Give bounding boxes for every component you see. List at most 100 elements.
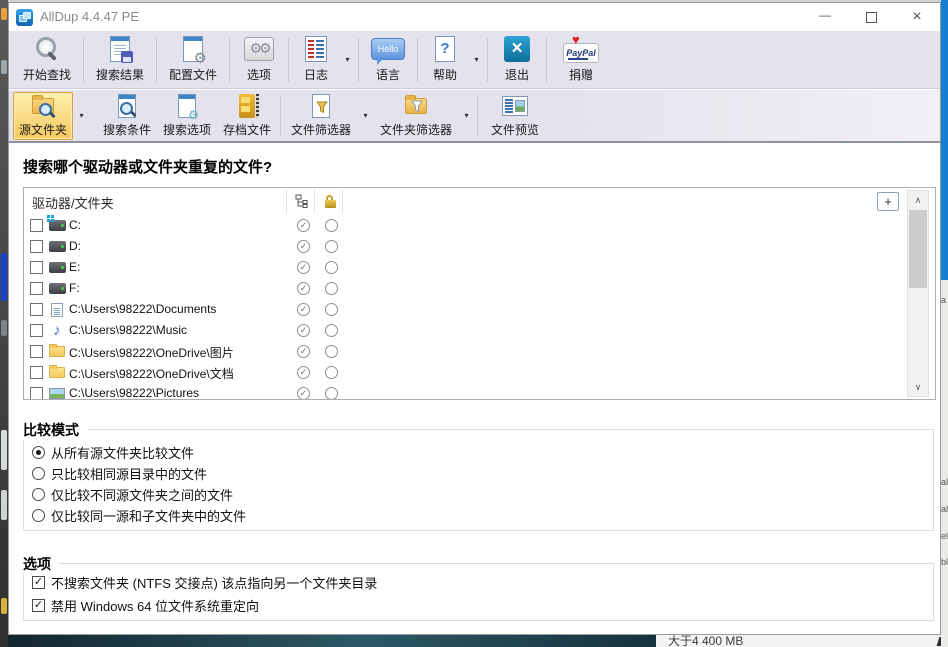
row-checkbox[interactable] bbox=[30, 303, 43, 316]
lock-toggle-icon[interactable] bbox=[325, 345, 338, 358]
search-criteria-tab[interactable]: 搜索条件 bbox=[98, 93, 156, 139]
folder-row[interactable]: C:\Users\98222\Documents ✓ bbox=[24, 299, 935, 320]
lock-toggle-icon[interactable] bbox=[325, 387, 338, 400]
row-checkbox[interactable] bbox=[30, 324, 43, 337]
sub-toolbar: 源文件夹 ▾ 搜索条件 ⚙ 搜索选项 存档文件 文件筛选器 ▾ bbox=[9, 90, 940, 141]
profiles-button[interactable]: ⚙ 配置文件 bbox=[161, 34, 225, 86]
maximize-button[interactable] bbox=[848, 3, 894, 31]
button-label: 语言 bbox=[376, 66, 400, 83]
help-button[interactable]: ? 帮助 bbox=[422, 34, 468, 86]
checkbox-option[interactable]: ✓ 禁用 Windows 64 位文件系统重定向 bbox=[32, 595, 259, 615]
recurse-toggle-icon[interactable]: ✓ bbox=[297, 219, 310, 232]
folder-row[interactable]: C: ✓ bbox=[24, 215, 935, 236]
row-checkbox[interactable] bbox=[30, 240, 43, 253]
main-toolbar: 开始查找 搜索结果 ⚙ 配置文件 ⚙⚙ 选项 日志 ▾ Hello 语言 ? bbox=[9, 31, 940, 89]
button-label: 搜索结果 bbox=[96, 66, 144, 83]
file-preview-icon bbox=[502, 93, 528, 119]
scroll-up-arrow[interactable]: ∧ bbox=[908, 191, 928, 209]
lock-toggle-icon[interactable] bbox=[325, 324, 338, 337]
options-button[interactable]: ⚙⚙ 选项 bbox=[234, 34, 284, 86]
add-folder-button[interactable]: + bbox=[877, 192, 899, 211]
radio-option[interactable]: 从所有源文件夹比较文件 bbox=[32, 442, 194, 462]
desktop-icon-fragment bbox=[1, 490, 7, 520]
row-checkbox[interactable] bbox=[30, 387, 43, 400]
recurse-toggle-icon[interactable]: ✓ bbox=[297, 282, 310, 295]
scroll-down-arrow[interactable]: ∨ bbox=[908, 378, 928, 396]
music-icon: ♪ bbox=[48, 323, 66, 338]
toolbar-separator bbox=[229, 38, 230, 82]
radio-option[interactable]: 只比较相同源目录中的文件 bbox=[32, 463, 207, 483]
minimize-icon: — bbox=[819, 8, 831, 22]
recurse-toggle-icon[interactable]: ✓ bbox=[297, 303, 310, 316]
folder-row[interactable]: C:\Users\98222\OneDrive\文档 ✓ bbox=[24, 362, 935, 383]
folder-row[interactable]: C:\Users\98222\OneDrive\图片 ✓ bbox=[24, 341, 935, 362]
recurse-toggle-icon[interactable]: ✓ bbox=[297, 345, 310, 358]
help-dropdown-arrow[interactable]: ▾ bbox=[470, 34, 483, 86]
checkbox-option[interactable]: ✓ 不搜索文件夹 (NTFS 交接点) 该点指向另一个文件夹目录 bbox=[32, 572, 377, 592]
button-label: 存档文件 bbox=[223, 121, 271, 138]
language-button[interactable]: Hello 语言 bbox=[363, 34, 413, 86]
recurse-toggle-icon[interactable]: ✓ bbox=[297, 324, 310, 337]
lock-toggle-icon[interactable] bbox=[325, 282, 338, 295]
text-fragment: al bbox=[941, 505, 948, 514]
lock-toggle-icon[interactable] bbox=[325, 219, 338, 232]
search-options-icon: ⚙ bbox=[178, 93, 196, 119]
folder-filter-dropdown-arrow[interactable]: ▾ bbox=[460, 93, 473, 139]
radio-option[interactable]: 仅比较不同源文件夹之间的文件 bbox=[32, 484, 233, 504]
recurse-toggle-icon[interactable]: ✓ bbox=[297, 240, 310, 253]
subfolder-tree-icon[interactable] bbox=[292, 193, 310, 209]
archive-file-icon bbox=[239, 93, 255, 119]
row-checkbox[interactable] bbox=[30, 219, 43, 232]
folder-filter-tab[interactable]: 文件夹筛选器 bbox=[374, 93, 458, 139]
file-filter-dropdown-arrow[interactable]: ▾ bbox=[359, 93, 372, 139]
funnel-icon bbox=[316, 101, 328, 114]
search-options-tab[interactable]: ⚙ 搜索选项 bbox=[158, 93, 216, 139]
lock-toggle-icon[interactable] bbox=[325, 303, 338, 316]
log-dropdown-arrow[interactable]: ▾ bbox=[341, 34, 354, 86]
text-fragment: a bbox=[941, 296, 946, 305]
radio-unselected[interactable] bbox=[32, 488, 45, 501]
lock-toggle-icon[interactable] bbox=[325, 240, 338, 253]
source-folders-dropdown-arrow[interactable]: ▾ bbox=[75, 93, 88, 139]
radio-option[interactable]: 仅比较同一源和子文件夹中的文件 bbox=[32, 505, 246, 525]
start-search-button[interactable]: 开始查找 bbox=[15, 34, 79, 86]
row-checkbox[interactable] bbox=[30, 282, 43, 295]
toolbar-separator bbox=[477, 96, 478, 136]
row-checkbox[interactable] bbox=[30, 366, 43, 379]
checkbox-checked[interactable]: ✓ bbox=[32, 599, 45, 612]
file-preview-tab[interactable]: 文件预览 bbox=[482, 93, 548, 139]
lock-toggle-icon[interactable] bbox=[325, 366, 338, 379]
folder-row[interactable]: F: ✓ bbox=[24, 278, 935, 299]
checkbox-checked[interactable]: ✓ bbox=[32, 576, 45, 589]
recurse-toggle-icon[interactable]: ✓ bbox=[297, 261, 310, 274]
row-checkbox[interactable] bbox=[30, 261, 43, 274]
recurse-toggle-icon[interactable]: ✓ bbox=[297, 366, 310, 379]
recurse-toggle-icon[interactable]: ✓ bbox=[297, 387, 310, 400]
folder-path: F: bbox=[69, 281, 80, 295]
lock-icon[interactable] bbox=[321, 193, 339, 209]
radio-unselected[interactable] bbox=[32, 509, 45, 522]
archive-files-tab[interactable]: 存档文件 bbox=[218, 93, 276, 139]
search-results-button[interactable]: 搜索结果 bbox=[88, 34, 152, 86]
radio-selected[interactable] bbox=[32, 446, 45, 459]
lock-toggle-icon[interactable] bbox=[325, 261, 338, 274]
folder-row[interactable]: D: ✓ bbox=[24, 236, 935, 257]
row-checkbox[interactable] bbox=[30, 345, 43, 358]
close-button[interactable]: × bbox=[894, 3, 940, 31]
log-button[interactable]: 日志 bbox=[293, 34, 339, 86]
options-gears-icon: ⚙⚙ bbox=[244, 34, 274, 64]
donate-button[interactable]: PayPal 捐赠 bbox=[551, 34, 611, 86]
folder-row[interactable]: E: ✓ bbox=[24, 257, 935, 278]
file-filter-tab[interactable]: 文件筛选器 bbox=[285, 93, 357, 139]
scrollbar-thumb[interactable] bbox=[909, 210, 927, 288]
source-folders-tab[interactable]: 源文件夹 bbox=[13, 92, 73, 140]
folder-row[interactable]: ♪ C:\Users\98222\Music ✓ bbox=[24, 320, 935, 341]
folder-row[interactable]: C:\Users\98222\Pictures ✓ bbox=[24, 383, 935, 400]
exit-button[interactable]: × 退出 bbox=[492, 34, 542, 86]
vertical-scrollbar[interactable]: ∧ ∨ bbox=[907, 190, 929, 397]
minimize-button[interactable]: — bbox=[802, 3, 848, 31]
radio-unselected[interactable] bbox=[32, 467, 45, 480]
desktop-icon-fragment bbox=[1, 253, 7, 301]
exit-icon: × bbox=[504, 34, 530, 64]
column-header-folders[interactable]: 驱动器/文件夹 bbox=[32, 193, 114, 212]
